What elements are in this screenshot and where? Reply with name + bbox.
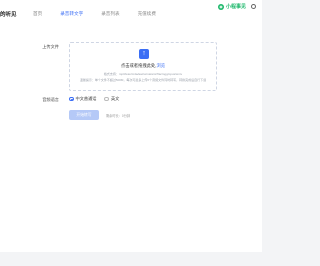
upload-dropzone[interactable]: ↑ 点击或者拖拽此处,浏览 格式支持：mp3/wav/m4a/aac/wma/a… xyxy=(69,42,217,91)
page-footer xyxy=(0,252,262,266)
top-navigation-bar: 的听见 首页 录音转文字 录音列表 充值续费 ◉ 小程事见 xyxy=(0,0,262,29)
upload-tip: 温馨提示：单个文件不超过500M，每次可最多上传6个音频文件同时转写，转换完成后… xyxy=(79,78,207,82)
brand-logo-icon: ◉ xyxy=(217,3,224,10)
language-option-english[interactable]: 英文 xyxy=(111,96,119,102)
language-radio-english[interactable] xyxy=(104,96,109,102)
main-content: 上传文件 ↑ 点击或者拖拽此处,浏览 格式支持：mp3/wav/m4a/aac/… xyxy=(0,28,262,252)
upload-format-hint: 格式支持：mp3/wav/m4a/aac/wma/amr/flac/ogg/op… xyxy=(103,72,183,76)
nav-item-recordings[interactable]: 录音列表 xyxy=(101,11,119,17)
nav-item-transcribe[interactable]: 录音转文字 xyxy=(60,11,83,17)
user-icon[interactable] xyxy=(251,4,256,9)
language-option-mandarin[interactable]: 中文普通话 xyxy=(76,96,97,102)
language-options: 中文普通话 英文 xyxy=(69,96,127,102)
remaining-time-text: 剩余时长：0分钟 xyxy=(106,114,131,118)
nav-item-recharge[interactable]: 充值续费 xyxy=(138,11,156,17)
upload-title-text: 点击或者拖拽此处, xyxy=(120,63,157,68)
language-radio-mandarin[interactable] xyxy=(69,96,74,102)
upload-title: 点击或者拖拽此处,浏览 xyxy=(70,63,216,69)
brand-logo-text: 小程事见 xyxy=(225,4,246,10)
upload-label: 上传文件 xyxy=(42,44,59,49)
browse-link[interactable]: 浏览 xyxy=(156,63,165,68)
start-transcribe-button[interactable]: 开始转写 xyxy=(69,110,99,120)
main-nav: 首页 录音转文字 录音列表 充值续费 xyxy=(33,11,174,17)
language-label: 音频语言 xyxy=(42,97,59,102)
app-title[interactable]: 的听见 xyxy=(0,10,17,18)
brand-logo: ◉ 小程事见 xyxy=(217,3,256,10)
upload-icon: ↑ xyxy=(139,49,149,59)
nav-item-home[interactable]: 首页 xyxy=(33,11,42,17)
